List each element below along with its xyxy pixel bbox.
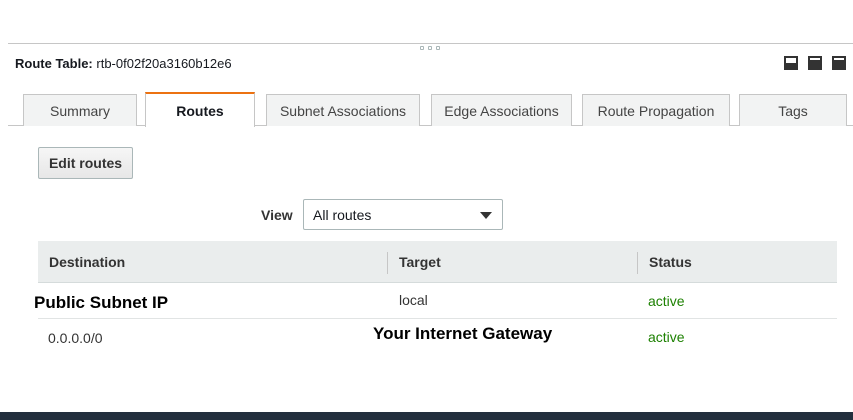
column-header-target[interactable]: Target (399, 241, 441, 283)
panel-layout-controls (784, 56, 846, 70)
edit-routes-button[interactable]: Edit routes (38, 147, 133, 179)
table-row[interactable]: Public Subnet IP local active (34, 283, 837, 319)
tab-route-propagation[interactable]: Route Propagation (582, 94, 730, 126)
status-cell: active (648, 329, 685, 345)
tab-edge-associations[interactable]: Edge Associations (431, 94, 572, 126)
column-divider[interactable] (387, 252, 388, 274)
route-table-id: rtb-0f02f20a3160b12e6 (96, 56, 232, 71)
footer-bar (0, 412, 853, 420)
tab-bar: Summary Routes Subnet Associations Edge … (8, 92, 853, 127)
column-divider[interactable] (637, 252, 638, 274)
column-header-destination[interactable]: Destination (49, 241, 125, 283)
drag-handle-icon[interactable] (420, 46, 440, 50)
view-label: View (261, 207, 293, 223)
view-select[interactable]: All routes (303, 199, 503, 230)
tab-subnet-associations[interactable]: Subnet Associations (266, 94, 420, 126)
layout-bottom-icon[interactable] (784, 56, 798, 70)
table-row[interactable]: 0.0.0.0/0 Your Internet Gateway active (38, 319, 837, 355)
destination-cell: Public Subnet IP (34, 293, 169, 312)
destination-cell: 0.0.0.0/0 (48, 330, 103, 346)
tab-tags[interactable]: Tags (739, 94, 847, 126)
view-select-value: All routes (313, 206, 372, 223)
target-cell: local (399, 292, 428, 308)
tab-summary[interactable]: Summary (23, 94, 137, 126)
target-cell: Your Internet Gateway (373, 324, 553, 343)
tab-routes[interactable]: Routes (145, 92, 255, 127)
route-table-page: Route Table: rtb-0f02f20a3160b12e6 Summa… (0, 0, 853, 420)
layout-half-icon[interactable] (808, 56, 822, 70)
layout-full-icon[interactable] (832, 56, 846, 70)
routes-table: Destination Target Status Public Subnet … (34, 241, 837, 355)
panel-title: Route Table: rtb-0f02f20a3160b12e6 (15, 56, 232, 71)
split-divider[interactable] (8, 43, 853, 44)
column-header-status[interactable]: Status (649, 241, 692, 283)
caret-down-icon (480, 212, 492, 219)
status-cell: active (648, 293, 685, 309)
panel-title-label: Route Table: (15, 56, 93, 71)
table-header: Destination Target Status (38, 241, 837, 283)
